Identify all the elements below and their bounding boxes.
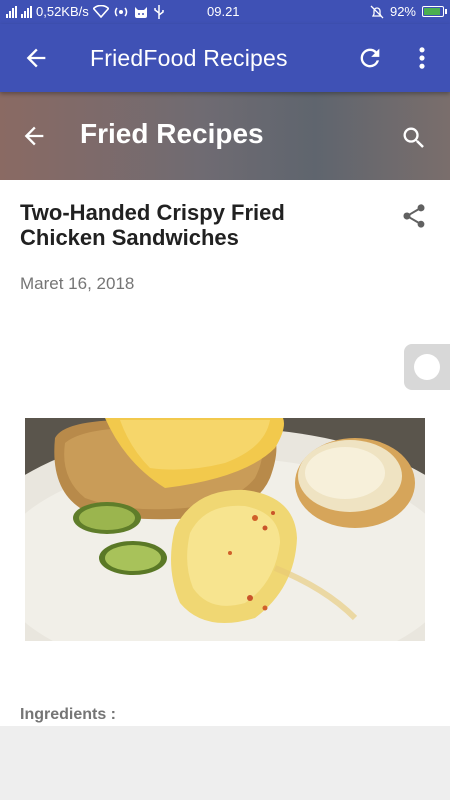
arrow-left-icon[interactable]	[22, 44, 50, 72]
section-header: Fried Recipes	[0, 92, 450, 180]
refresh-icon[interactable]	[356, 44, 384, 72]
arrow-left-icon[interactable]	[20, 122, 48, 150]
post-content: Two-Handed Crispy Fried Chicken Sandwich…	[0, 180, 450, 726]
alarm-off-icon	[370, 5, 384, 18]
app-bar: FriedFood Recipes	[0, 24, 450, 92]
signal-icon	[6, 5, 17, 18]
cat-notification-icon	[134, 6, 147, 18]
status-left: 0,52KB/s	[6, 4, 165, 19]
network-speed: 0,52KB/s	[36, 4, 89, 19]
floating-bubble-button[interactable]	[404, 344, 450, 390]
battery-percent: 92%	[389, 4, 416, 19]
app-title: FriedFood Recipes	[90, 45, 288, 71]
wifi-icon	[92, 5, 109, 18]
recipe-photo	[25, 418, 425, 641]
post-date: Maret 16, 2018	[20, 274, 135, 293]
section-title: Fried Recipes	[80, 118, 264, 149]
status-time: 09.21	[207, 4, 240, 19]
battery-icon	[422, 6, 447, 17]
more-vert-icon[interactable]	[408, 44, 436, 72]
bottom-area	[0, 726, 450, 800]
usb-icon	[154, 4, 164, 19]
search-icon[interactable]	[400, 124, 428, 152]
post-title: Two-Handed Crispy Fried Chicken Sandwich…	[20, 200, 285, 250]
signal-2-icon	[21, 5, 32, 18]
hotspot-icon	[114, 7, 127, 16]
share-icon[interactable]	[400, 202, 428, 230]
recipe-photo-image	[25, 418, 425, 641]
status-bar: 0,52KB/s 09.21 92%	[0, 0, 450, 24]
ingredients-heading: Ingredients :	[20, 706, 117, 723]
status-right: 92%	[370, 4, 447, 19]
